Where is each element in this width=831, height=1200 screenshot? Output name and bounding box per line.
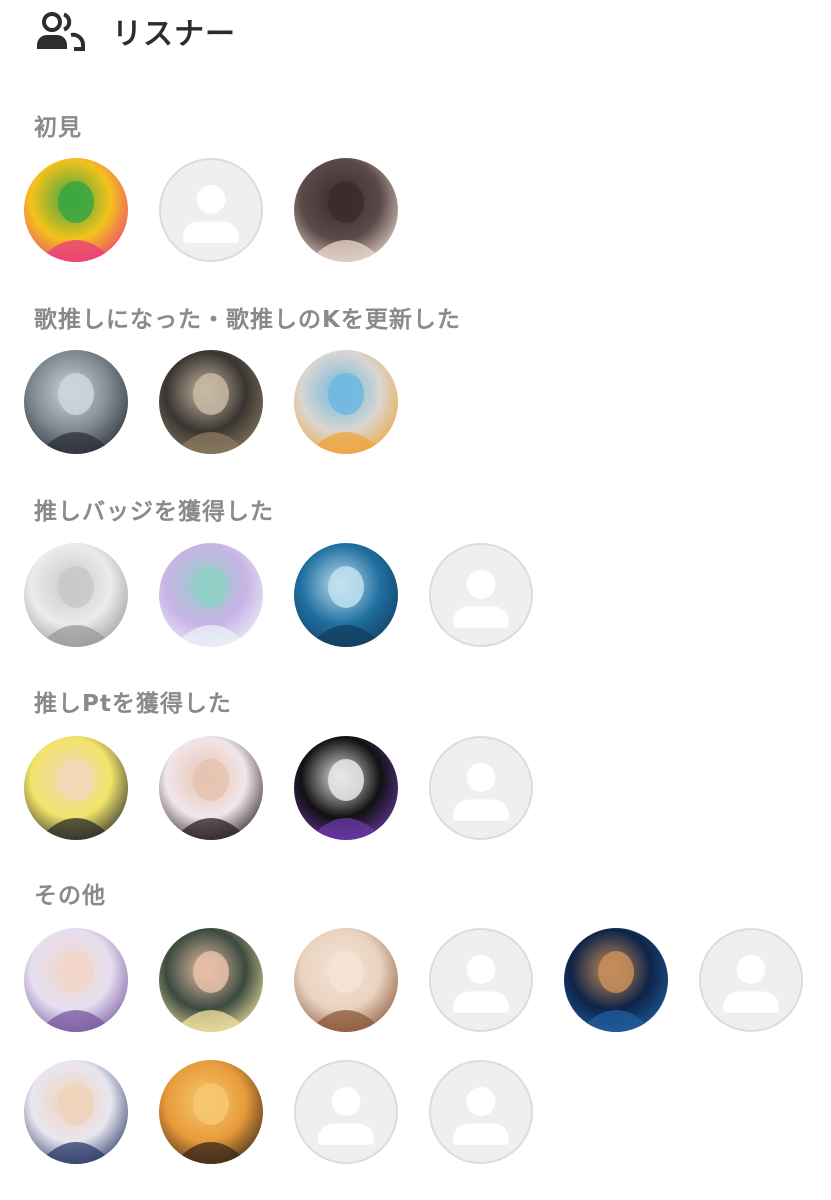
section-title: 推しバッジを獲得した <box>34 499 274 525</box>
default-user-icon <box>453 763 509 821</box>
avatar-sketch-girl[interactable] <box>24 543 128 647</box>
default-user-icon <box>453 570 509 628</box>
section-title: 歌推しになった・歌推しのKを更新した <box>34 307 461 333</box>
avatar-guitar[interactable] <box>159 350 263 454</box>
avatar-placeholder[interactable] <box>159 158 263 262</box>
avatar-piano-sunset[interactable] <box>159 1060 263 1164</box>
avatar-placeholder[interactable] <box>429 736 533 840</box>
avatar-row <box>24 158 814 264</box>
avatar-placeholder[interactable] <box>699 928 803 1032</box>
default-user-icon <box>183 185 239 243</box>
avatar-aradon[interactable] <box>24 928 128 1032</box>
users-icon <box>34 11 86 51</box>
listeners-header: リスナー <box>34 8 236 54</box>
avatar-blonde-girl[interactable] <box>159 928 263 1032</box>
avatar-idol-girl[interactable] <box>159 736 263 840</box>
avatar-row <box>24 350 814 456</box>
default-user-icon <box>723 955 779 1013</box>
default-user-icon <box>318 1087 374 1145</box>
avatar-placeholder[interactable] <box>294 1060 398 1164</box>
avatar-row <box>24 928 814 1166</box>
avatar-placeholder[interactable] <box>429 928 533 1032</box>
avatar-card-blue[interactable] <box>294 543 398 647</box>
page-title: リスナー <box>112 17 236 52</box>
avatar-anime-catgirl[interactable] <box>159 543 263 647</box>
section-title: 初見 <box>34 115 82 141</box>
avatar-detective-anime[interactable] <box>24 1060 128 1164</box>
default-user-icon <box>453 1087 509 1145</box>
avatar-senbei-team[interactable] <box>24 158 128 262</box>
avatar-rainbow-drawing[interactable] <box>294 350 398 454</box>
avatar-girl-rabbit[interactable] <box>294 158 398 262</box>
avatar-row <box>24 543 814 649</box>
avatar-aoringo-gundan[interactable] <box>294 736 398 840</box>
avatar-anime-girl-brown[interactable] <box>294 928 398 1032</box>
avatar-row <box>24 736 814 842</box>
avatar-placeholder[interactable] <box>429 1060 533 1164</box>
section-title: その他 <box>34 883 106 909</box>
section-title: 推しPtを獲得した <box>34 691 232 717</box>
avatar-night-beach-glasses[interactable] <box>564 928 668 1032</box>
avatar-anime-boy-glasses[interactable] <box>24 736 128 840</box>
default-user-icon <box>453 955 509 1013</box>
avatar-jump-group[interactable] <box>24 350 128 454</box>
avatar-placeholder[interactable] <box>429 543 533 647</box>
